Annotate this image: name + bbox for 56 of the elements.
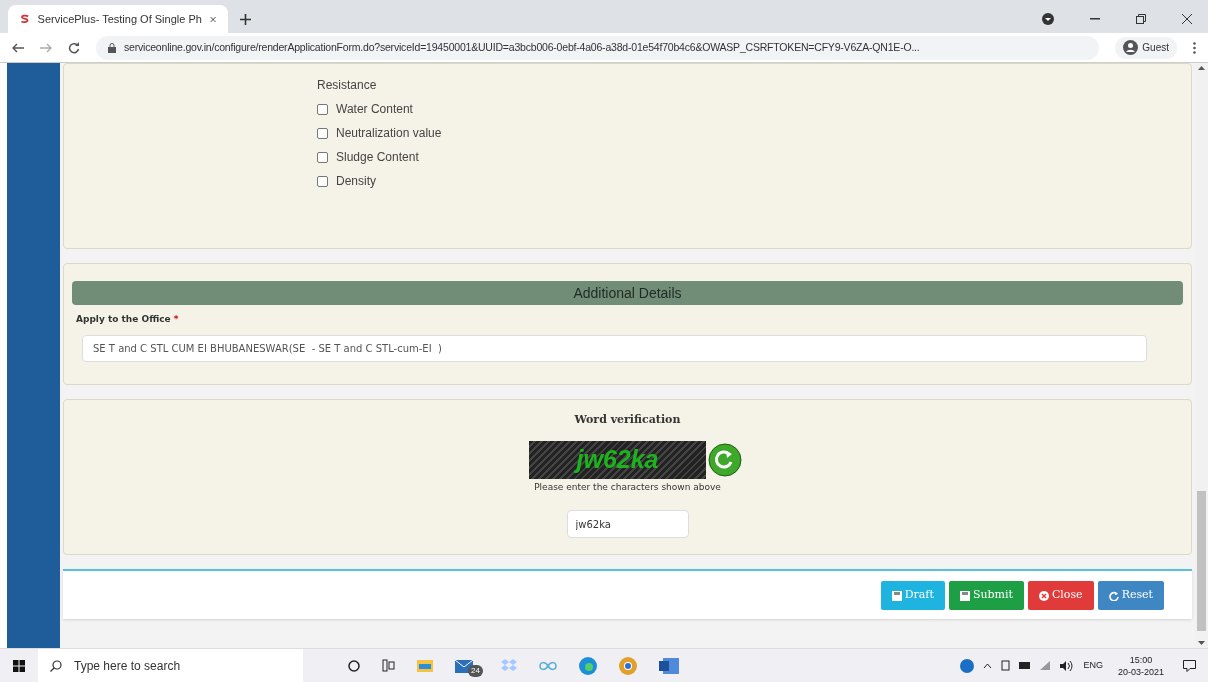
folder-icon[interactable] <box>417 659 433 672</box>
reset-button[interactable]: Reset <box>1097 581 1164 610</box>
person-icon <box>1123 40 1139 55</box>
task-view-icon[interactable] <box>382 659 395 672</box>
unread-count-badge: 24 <box>468 664 483 677</box>
taskbar-search-field[interactable]: Type here to search <box>38 648 303 682</box>
windows-icon[interactable] <box>13 659 25 672</box>
menu-icon[interactable] <box>1193 41 1196 54</box>
field-label: Apply to the Office * <box>76 313 180 326</box>
option-label: Water Content <box>336 101 413 118</box>
back-arrow-icon[interactable] <box>12 42 24 53</box>
checkbox[interactable] <box>317 128 328 139</box>
url-text: serviceonline.gov.in/configure/renderApplicationForm.do?serviceId=19450001&UUID=a3bcb006-0ebf-4a06-a38d-01e54f70b4c6&OWASP_CSRFTOKEN=CFY9-V6ZA-QN1E-O... <box>124 39 920 55</box>
close-button[interactable]: Close <box>1027 581 1094 610</box>
profile-button[interactable]: Guest <box>1115 36 1177 59</box>
scrollbar-thumb[interactable] <box>1197 491 1206 631</box>
scroll-up-arrow-icon[interactable] <box>1198 66 1205 70</box>
lock-icon <box>108 42 116 53</box>
notifications-icon[interactable] <box>1183 659 1196 672</box>
save-icon <box>891 590 902 601</box>
clock[interactable]: 15:00 20-03-2021 <box>1117 653 1164 678</box>
captcha-hint: Please enter the characters shown above <box>534 480 721 494</box>
office-input-field[interactable]: SE T and C STL CUM EI BHUBANESWAR(SE - SE T and C STL-cum-EI ) <box>82 334 1147 362</box>
new-tab-icon[interactable] <box>240 14 251 25</box>
refresh-icon[interactable] <box>708 442 742 477</box>
speaker-icon[interactable] <box>1060 660 1075 671</box>
restore-icon[interactable] <box>1136 14 1146 24</box>
scrollbar[interactable] <box>1195 63 1208 648</box>
tab-title: ServicePlus- Testing Of Single Ph <box>37 11 202 27</box>
cortana-circle-icon[interactable] <box>348 659 360 672</box>
section-header: Additional Details <box>72 281 1183 305</box>
search-icon <box>50 659 62 672</box>
battery-icon[interactable] <box>1019 662 1032 669</box>
site-logo-icon <box>20 13 30 25</box>
language-indicator[interactable]: ENG <box>1083 658 1103 673</box>
browser-tab[interactable]: ServicePlus- Testing Of Single Ph <box>8 5 228 33</box>
save-icon <box>959 590 970 601</box>
option-label: Density <box>336 173 376 190</box>
checkbox[interactable] <box>317 176 328 187</box>
close-circle-icon <box>1038 590 1049 601</box>
captcha-input-field[interactable]: jw62ka <box>566 510 689 538</box>
reload-icon[interactable] <box>68 41 80 54</box>
refresh-icon <box>1108 590 1119 601</box>
section-title: Word verification <box>574 412 681 428</box>
minimize-icon[interactable] <box>1090 18 1100 20</box>
scroll-down-arrow-icon[interactable] <box>1198 641 1205 645</box>
checkbox[interactable] <box>317 152 328 163</box>
chevron-up-icon[interactable] <box>983 662 993 669</box>
incognito-icon[interactable] <box>1042 13 1054 25</box>
close-icon[interactable] <box>1182 14 1192 24</box>
option-label: Neutralization value <box>336 125 442 142</box>
option-label: Resistance <box>317 77 378 94</box>
address-bar[interactable]: serviceonline.gov.in/configure/renderApplicationForm.do?serviceId=19450001&UUID=a3bcb006-0ebf-4a06-a38d-01e54f70b4c6&OWASP_CSRFTOKEN=CFY9-V6ZA-QN1E-O... <box>96 35 1100 60</box>
option-label: Sludge Content <box>336 149 419 166</box>
captcha-image: jw62ka <box>529 440 706 479</box>
checkbox[interactable] <box>317 104 328 115</box>
